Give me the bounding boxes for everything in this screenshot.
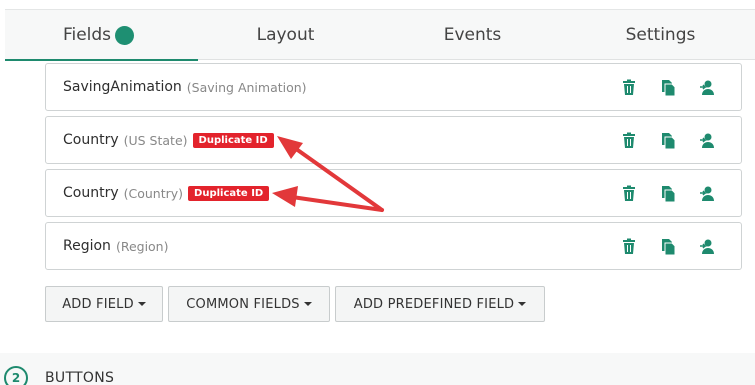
field-name: Country (63, 185, 119, 201)
copy-icon[interactable] (659, 78, 677, 96)
user-reassign-icon[interactable] (698, 131, 716, 149)
tab-label: Settings (625, 25, 696, 45)
add-predefined-field-label: ADD PREDEFINED FIELD (353, 296, 515, 312)
user-reassign-icon[interactable] (698, 237, 716, 255)
tab-label: Fields (62, 25, 112, 45)
field-caption: (US State) (123, 132, 188, 148)
buttons-section-header[interactable]: 2 BUTTONS (0, 353, 755, 385)
caret-down-icon (137, 302, 146, 306)
field-row[interactable]: Country (Country) Duplicate ID (45, 169, 742, 217)
user-reassign-icon[interactable] (698, 184, 716, 202)
field-row[interactable]: Country (US State) Duplicate ID (45, 116, 742, 164)
common-fields-label: COMMON FIELDS (186, 296, 300, 312)
caret-down-icon (518, 302, 527, 306)
tab-events[interactable]: Events (379, 10, 566, 60)
copy-icon[interactable] (659, 184, 677, 202)
trash-icon[interactable] (620, 184, 638, 202)
trash-icon[interactable] (620, 78, 638, 96)
tab-settings[interactable]: Settings (566, 10, 755, 60)
tab-fields[interactable]: Fields (5, 10, 198, 61)
tab-label: Events (443, 25, 502, 45)
add-predefined-field-button[interactable]: ADD PREDEFINED FIELD (335, 286, 545, 322)
field-actions (620, 184, 716, 202)
field-actions (620, 131, 716, 149)
tab-label: Layout (256, 25, 315, 45)
field-name: Country (63, 132, 119, 148)
fields-count-badge (115, 25, 135, 45)
copy-icon[interactable] (659, 131, 677, 149)
field-actions (620, 78, 716, 96)
add-field-button[interactable]: ADD FIELD (45, 286, 163, 322)
common-fields-button[interactable]: COMMON FIELDS (168, 286, 330, 322)
form-editor: Fields Layout Events Settings SavingAnim… (0, 0, 755, 385)
duplicate-id-badge: Duplicate ID (188, 185, 270, 201)
add-field-label: ADD FIELD (62, 296, 134, 312)
copy-icon[interactable] (659, 237, 677, 255)
duplicate-id-badge: Duplicate ID (192, 132, 274, 148)
section-title: BUTTONS (45, 370, 115, 385)
trash-icon[interactable] (620, 237, 638, 255)
tab-layout[interactable]: Layout (192, 10, 379, 60)
field-actions (620, 237, 716, 255)
field-name: Region (63, 238, 111, 254)
field-caption: (Region) (115, 238, 169, 254)
step-number: 2 (4, 366, 28, 385)
field-caption: (Saving Animation) (186, 79, 307, 95)
field-row[interactable]: Region (Region) (45, 222, 742, 270)
field-name: SavingAnimation (63, 79, 182, 95)
caret-down-icon (303, 302, 312, 306)
trash-icon[interactable] (620, 131, 638, 149)
user-reassign-icon[interactable] (698, 78, 716, 96)
tab-bar: Fields Layout Events Settings (5, 9, 755, 61)
field-caption: (Country) (123, 185, 184, 201)
field-row[interactable]: SavingAnimation (Saving Animation) (45, 63, 742, 111)
